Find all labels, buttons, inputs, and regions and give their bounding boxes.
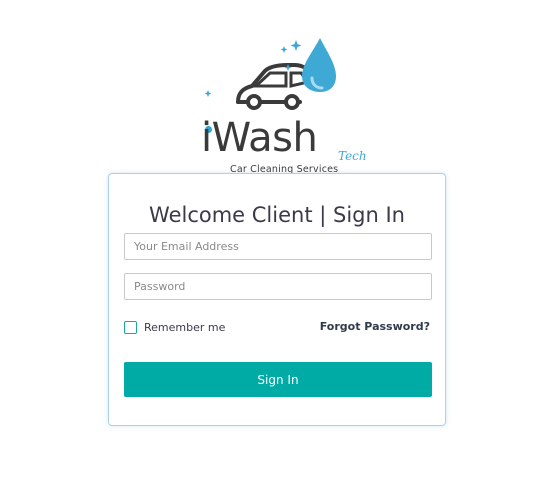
logo-wordmark-i: i [201,115,212,161]
forgot-password-link[interactable]: Forgot Password? [320,320,430,333]
remember-me[interactable]: Remember me [124,319,225,335]
logo-wordmark: iWash [201,115,318,161]
logo-suffix: Tech [338,149,367,163]
sign-in-button[interactable]: Sign In [124,362,432,397]
email-field[interactable] [124,233,432,260]
login-card: Welcome Client | Sign In Remember me For… [108,173,446,426]
page-title: Welcome Client | Sign In [149,203,405,228]
password-field[interactable] [124,273,432,300]
remember-me-label: Remember me [144,320,226,334]
logo-wordmark-wash: Wash [211,115,318,161]
remember-me-checkbox[interactable] [124,320,137,334]
brand-logo: iWash Tech Car Cleaning Services [196,34,386,175]
